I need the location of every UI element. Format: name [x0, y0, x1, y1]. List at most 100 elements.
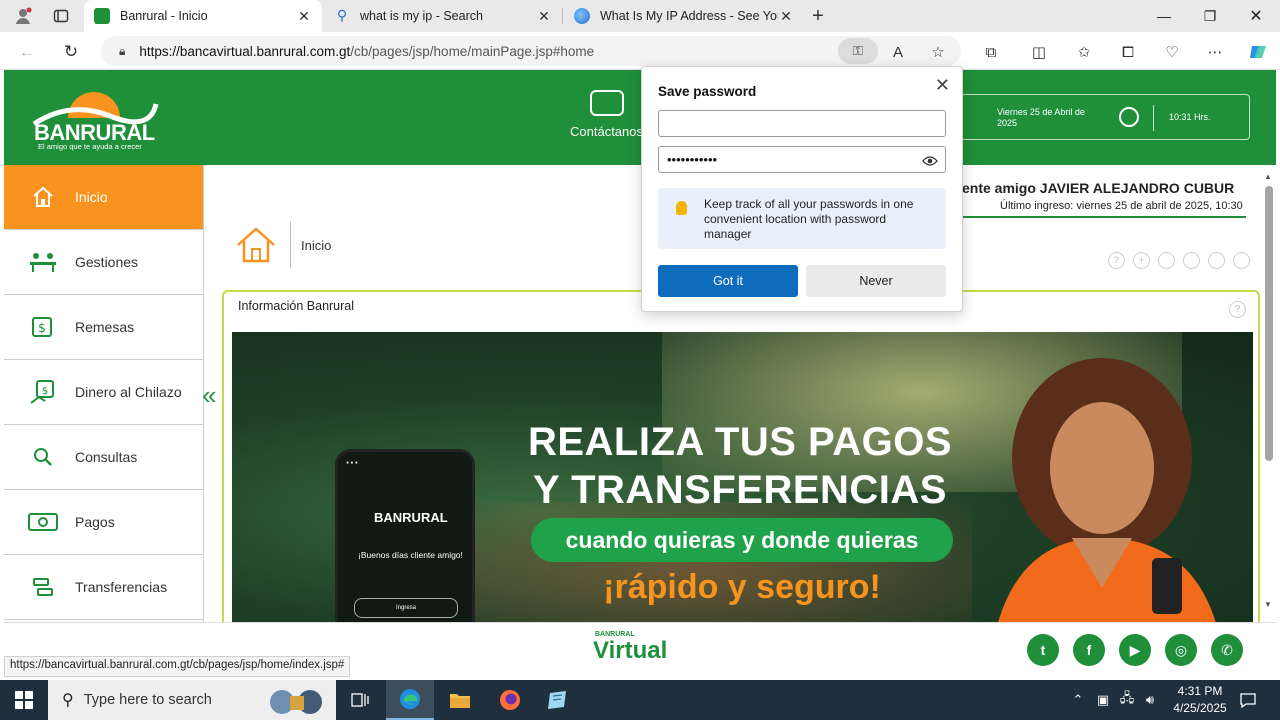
status-bar-url: https://bancavirtual.banrural.com.gt/cb/…	[4, 656, 351, 677]
close-icon[interactable]: ✕	[935, 75, 950, 96]
volume-icon[interactable]: 🔊︎	[1140, 680, 1160, 720]
whatsapp-icon[interactable]: ✆	[1211, 634, 1243, 666]
browser-essentials-icon[interactable]: ♡	[1160, 40, 1184, 64]
new-tab-icon[interactable]: +	[805, 3, 831, 29]
address-bar[interactable]: 🔒︎ https://bancavirtual.banrural.com.gt /…	[101, 36, 961, 66]
money-stack-icon: $	[28, 315, 58, 339]
sidebar-item-pagos[interactable]: Pagos	[4, 490, 203, 555]
breadcrumb-current: Inicio	[301, 237, 332, 253]
sidebar-item-remesas[interactable]: $ Remesas	[4, 295, 203, 360]
banner-pill: cuando quieras y donde quieras	[531, 518, 953, 562]
copilot-icon[interactable]	[1246, 40, 1270, 64]
cash-hand-icon: $	[28, 380, 58, 404]
device-icon[interactable]: ▣	[1092, 680, 1114, 720]
site-header: BANRURAL El amigo que te ayuda a crecer …	[4, 70, 1276, 165]
youtube-icon[interactable]: ▶	[1119, 634, 1151, 666]
read-aloud-icon[interactable]: A	[886, 40, 910, 64]
restore-icon[interactable]: ❐	[1187, 0, 1233, 32]
panel-title: Información Banrural	[238, 299, 355, 313]
close-tab-icon[interactable]: ✕	[778, 8, 794, 25]
search-highlight-image	[270, 690, 322, 714]
home-breadcrumb-icon[interactable]	[234, 225, 278, 265]
split-screen-icon[interactable]: ◫	[1027, 40, 1051, 64]
screen: Banrural - Inicio ✕ ⚲ what is my ip - Se…	[0, 0, 1280, 720]
woman-photo	[995, 358, 1219, 632]
windows-start-icon[interactable]	[0, 680, 48, 720]
page-scrollbar[interactable]: ▲ ▼	[1262, 170, 1276, 680]
folder-icon[interactable]	[1158, 252, 1175, 269]
transfer-icon	[28, 575, 58, 599]
username-field[interactable]	[658, 110, 946, 137]
password-key-icon[interactable]: ⚿	[838, 38, 878, 64]
promo-banner[interactable]: ● ● ● BANRURAL ¡Buenos días cliente amig…	[232, 332, 1253, 632]
svg-text:$: $	[38, 321, 46, 335]
taskbar-search[interactable]: ⚲ Type here to search	[48, 680, 336, 720]
edge-taskbar-icon[interactable]	[386, 680, 434, 720]
help-icon[interactable]: ?	[1108, 252, 1125, 269]
instagram-icon[interactable]: ◎	[1165, 634, 1197, 666]
scroll-up-icon[interactable]: ▲	[1264, 172, 1272, 181]
tab-whatismyip[interactable]: What Is My IP Address - See Your ✕	[564, 0, 804, 32]
refresh-icon[interactable]: ↻	[58, 39, 84, 65]
refresh-panel-icon[interactable]	[1183, 252, 1200, 269]
show-password-eye-icon[interactable]	[922, 155, 938, 170]
sidebar-item-label: Pagos	[75, 514, 115, 530]
footer-brand: Virtual	[593, 637, 668, 664]
people-desk-icon	[28, 250, 58, 274]
footer-brand-small: BANRURAL	[595, 631, 635, 638]
facebook-icon[interactable]: f	[1073, 634, 1105, 666]
profile-icon[interactable]	[10, 3, 36, 29]
url-path: /cb/pages/jsp/home/mainPage.jsp#home	[350, 43, 595, 59]
tab-banrural[interactable]: Banrural - Inicio ✕	[84, 0, 322, 32]
collapse-sidebar-icon[interactable]: «	[202, 380, 216, 411]
print-icon[interactable]	[1208, 252, 1225, 269]
search-placeholder: Type here to search	[83, 692, 212, 708]
file-explorer-icon[interactable]	[436, 680, 484, 720]
sidebar-item-consultas[interactable]: Consultas	[4, 425, 203, 490]
sidebar-item-label: Dinero al Chilazo	[75, 384, 182, 400]
scroll-down-icon[interactable]: ▼	[1264, 600, 1272, 609]
tab-search[interactable]: ⚲ what is my ip - Search ✕	[324, 0, 562, 32]
network-icon[interactable]: 🖧︎	[1116, 680, 1138, 720]
more-menu-icon[interactable]: ⋯	[1203, 40, 1227, 64]
sidebar-item-dinero-al-chilazo[interactable]: $ Dinero al Chilazo	[4, 360, 203, 425]
panel-help-icon[interactable]: ?	[1229, 301, 1246, 318]
breadcrumb: Inicio	[234, 220, 331, 270]
chat-icon	[589, 90, 624, 116]
got-it-button[interactable]: Got it	[658, 265, 798, 297]
close-window-icon[interactable]: ✕	[1233, 0, 1279, 32]
banking-page: BANRURAL El amigo que te ayuda a crecer …	[4, 70, 1276, 680]
current-date: Viernes 25 de Abril de 2025	[997, 107, 1085, 128]
tab-actions-icon[interactable]	[48, 3, 74, 29]
sidebar-item-inicio[interactable]: Inicio	[4, 165, 203, 230]
extensions-icon[interactable]: ⧉	[979, 40, 1003, 64]
search-favicon-icon: ⚲	[336, 7, 348, 23]
collections-icon[interactable]: ⧠	[1116, 40, 1140, 64]
password-field[interactable]	[658, 146, 946, 173]
scroll-thumb[interactable]	[1265, 186, 1273, 461]
notifications-icon[interactable]	[1234, 680, 1262, 720]
twitter-icon[interactable]: t	[1027, 634, 1059, 666]
app-taskbar-icon[interactable]	[534, 680, 582, 720]
favorite-star-icon[interactable]: ☆	[926, 40, 950, 64]
footer-logo: BANRURAL Virtual	[593, 631, 668, 665]
close-tab-icon[interactable]: ✕	[536, 8, 552, 25]
task-view-icon[interactable]	[336, 680, 384, 720]
sidebar-item-gestiones[interactable]: Gestiones	[4, 230, 203, 295]
minimize-icon[interactable]: —	[1141, 0, 1187, 32]
favorites-icon[interactable]: ✩	[1072, 40, 1096, 64]
chat-panel-icon[interactable]	[1233, 252, 1250, 269]
sidebar-item-label: Consultas	[75, 449, 138, 465]
back-icon[interactable]: ←	[14, 39, 40, 65]
last-login: Último ingreso: viernes 25 de abril de 2…	[1000, 200, 1243, 212]
close-tab-icon[interactable]: ✕	[296, 8, 312, 25]
never-button[interactable]: Never	[806, 265, 946, 297]
tab-title: What Is My IP Address - See Your	[600, 9, 778, 23]
taskbar-clock[interactable]: 4:31 PM 4/25/2025	[1160, 683, 1240, 717]
firefox-icon[interactable]	[486, 680, 534, 720]
sidebar-item-transferencias[interactable]: Transferencias	[4, 555, 203, 620]
contact-link[interactable]: Contáctanos	[570, 90, 643, 139]
add-icon[interactable]: +	[1133, 252, 1150, 269]
lock-icon[interactable]: 🔒︎	[119, 44, 125, 59]
show-hidden-icons-icon[interactable]: ⌃	[1068, 680, 1088, 720]
